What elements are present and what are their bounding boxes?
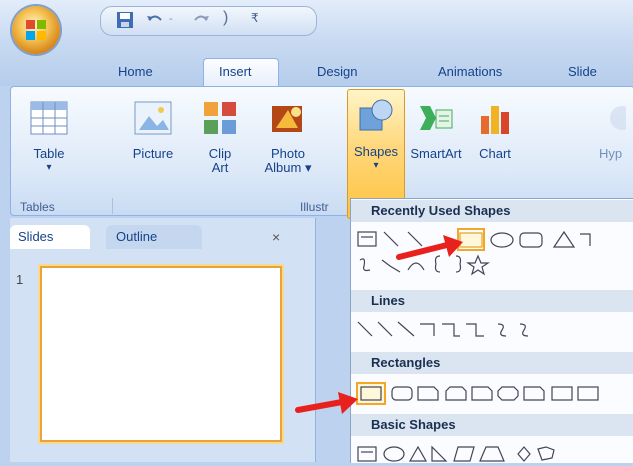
tab-animations[interactable]: Animations [438,64,502,79]
picture-button[interactable]: Picture [124,98,182,161]
photo-album-button[interactable]: Photo Album ▾ [258,98,318,175]
tab-insert[interactable]: Insert [219,64,252,79]
slide-number: 1 [16,272,24,287]
chart-button[interactable]: Chart [470,98,520,161]
shapes-button[interactable]: Shapes ▾ [349,96,403,173]
photo-album-icon [272,106,302,132]
group-separator [112,198,113,214]
rectangle-shapes-row[interactable] [356,380,633,406]
shapes-icon [359,99,393,131]
gallery-heading-rectangles: Rectangles [351,352,633,374]
table-button-label: Table [33,146,65,161]
photo-album-label: Photo [271,146,305,161]
undo-dropdown-icon[interactable]: - [169,13,173,25]
gallery-heading-lines: Lines [351,290,633,312]
clip-art-button[interactable]: Clip Art [200,98,240,175]
hyperlink-icon [609,106,633,130]
quick-access-toolbar: - ) ₹ [100,6,317,36]
group-label-tables: Tables [20,200,55,214]
qat-separator-icon: ) [223,9,229,26]
line-shapes-row[interactable] [356,316,633,342]
office-button[interactable] [12,6,60,54]
tab-outline[interactable]: Outline [106,225,202,249]
customize-qat-icon[interactable]: ₹ [251,11,259,25]
red-arrow-recent-icon [396,235,463,260]
picture-button-label: Picture [132,146,174,161]
clip-art-label: Clip [208,146,232,161]
smartart-icon [420,106,453,130]
table-button[interactable]: Table ▾ [24,98,74,175]
picture-icon [134,101,172,135]
tab-home[interactable]: Home [118,64,153,79]
hyperlink-button[interactable]: Hyp [588,98,633,161]
smartart-label: SmartArt [410,146,462,161]
gallery-heading-basic: Basic Shapes [351,414,633,436]
chart-icon [481,106,509,134]
close-pane-icon[interactable]: × [272,225,280,249]
gallery-heading-recent: Recently Used Shapes [351,200,633,222]
red-arrow-rectangle-icon [295,392,358,414]
shapes-button-label: Shapes [353,144,399,159]
shapes-dropdown: ▾ [373,160,379,171]
undo-icon[interactable] [145,11,165,29]
group-label-illustrations: Illustr [300,200,329,214]
tab-slide-show[interactable]: Slide [568,64,597,79]
pane-tabs: Slides Outline × [10,225,315,249]
redo-icon[interactable] [191,11,211,29]
save-icon[interactable] [115,11,135,29]
slide-thumbnail[interactable] [40,266,282,442]
table-dropdown: ▾ [46,162,52,173]
tab-slides[interactable]: Slides [10,225,90,249]
clip-art-label-2: Art [211,160,229,175]
ribbon [10,86,633,216]
photo-album-label-2: Album ▾ [264,160,312,175]
tab-design[interactable]: Design [317,64,357,79]
chart-label: Chart [479,146,511,161]
table-icon [30,101,68,135]
clip-art-icon [204,102,236,134]
smartart-button[interactable]: SmartArt [405,98,467,161]
basic-shapes-row[interactable] [356,440,633,466]
hyperlink-label: Hyp [598,146,623,161]
office-logo-icon [26,20,46,40]
